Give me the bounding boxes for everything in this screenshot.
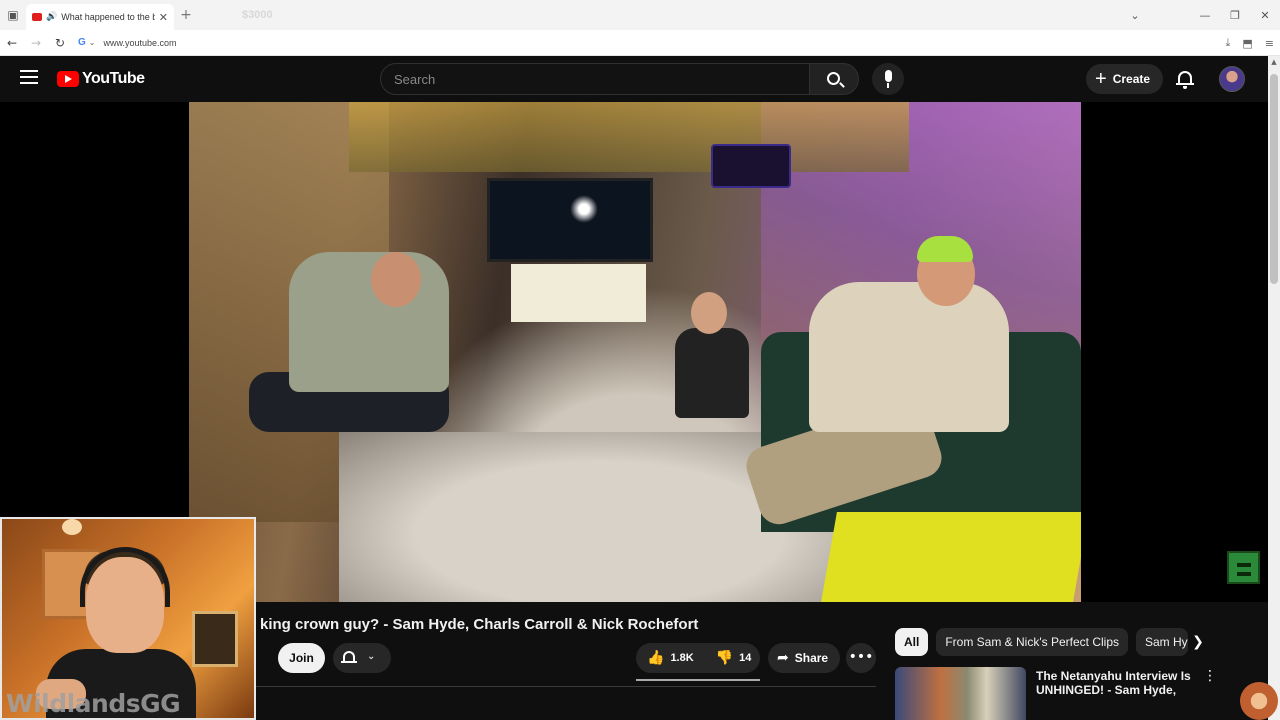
screen: ▣ 🔊 What happened to the bur ✕ + $3000 ⌄… [0, 0, 1280, 720]
chip-all[interactable]: All [895, 628, 929, 656]
more-actions-button[interactable]: ••• [846, 643, 876, 673]
close-tab-icon[interactable]: ✕ [159, 11, 168, 24]
address-bar: ← → ↻ G ⌄ www.youtube.com ⤓ ⬒ ≡ [0, 30, 1280, 56]
mic-icon [885, 70, 892, 82]
search-icon [827, 72, 840, 85]
chevron-down-icon: ⌄ [367, 651, 376, 662]
download-icon[interactable]: ⤓ [1226, 36, 1231, 50]
dislike-button[interactable]: 👎 14 [705, 643, 763, 673]
thumbs-down-icon: 👎 [715, 650, 734, 666]
recommended-more-icon[interactable]: ⋮ [1203, 668, 1217, 684]
video-scene-sign [511, 264, 646, 322]
share-icon: ➦ [777, 650, 789, 666]
create-button[interactable]: + Create [1086, 64, 1163, 94]
page-scrollbar[interactable]: ▲ [1268, 56, 1280, 720]
recommended-video[interactable]: The Netanyahu Interview Is UNHINGED! - S… [895, 667, 1205, 720]
chip-from-channel[interactable]: From Sam & Nick's Perfect Clips [936, 628, 1128, 656]
chevron-right-icon[interactable]: ❯ [1184, 628, 1212, 656]
recommended-title[interactable]: The Netanyahu Interview Is UNHINGED! - S… [1036, 669, 1196, 697]
extensions-icon[interactable]: ⬒ [1242, 37, 1252, 50]
back-icon[interactable]: ← [0, 36, 24, 50]
thumbs-up-icon: 👍 [647, 650, 665, 666]
like-count: 1.8K [670, 652, 694, 664]
streamer-watermark: WildlandsGG [6, 689, 181, 718]
video-scene-neon-sign [711, 144, 791, 188]
browser-tab-active[interactable]: 🔊 What happened to the bur ✕ [26, 4, 174, 30]
browser-tab-bar: ▣ 🔊 What happened to the bur ✕ + $3000 ⌄… [0, 0, 1280, 30]
reload-icon[interactable]: ↻ [48, 36, 72, 50]
notifications-bell-icon[interactable] [1176, 69, 1194, 89]
join-button[interactable]: Join [278, 643, 325, 673]
minimize-icon[interactable]: — [1190, 9, 1220, 22]
voice-search-button[interactable] [872, 63, 904, 95]
scroll-up-icon[interactable]: ▲ [1268, 58, 1280, 66]
speaker-icon[interactable]: 🔊 [46, 12, 57, 22]
menu-icon[interactable]: ≡ [1265, 37, 1274, 50]
window-controls: ⌄ — ❐ ✕ [1120, 0, 1280, 30]
dislike-count: 14 [739, 652, 752, 664]
webcam-overlay: WildlandsGG [0, 517, 256, 720]
new-tab-button[interactable]: + [174, 7, 198, 23]
like-ratio-bar [636, 679, 760, 681]
tab-search-chevron-icon[interactable]: ⌄ [1120, 9, 1150, 22]
like-dislike-group: 👍 1.8K 👎 14 [636, 643, 760, 673]
youtube-wordmark: YouTube [82, 70, 145, 87]
divider [255, 686, 876, 687]
like-button[interactable]: 👍 1.8K [636, 643, 705, 673]
close-window-icon[interactable]: ✕ [1250, 9, 1280, 22]
chip-sam-hyde[interactable]: Sam Hyd [1136, 628, 1188, 656]
google-icon[interactable]: G [78, 37, 86, 48]
tab-title: What happened to the bur [61, 12, 155, 22]
create-label: Create [1112, 72, 1151, 86]
video-scene-tv [487, 178, 653, 262]
restore-icon[interactable]: ❐ [1220, 9, 1250, 22]
youtube-header: YouTube Search + Create [0, 56, 1268, 102]
scrollbar-thumb[interactable] [1270, 74, 1278, 284]
subscription-notifications-button[interactable]: ⌄ [333, 643, 391, 673]
browser-toolbar-right: ⤓ ⬒ ≡ [1226, 30, 1275, 56]
youtube-play-icon [57, 71, 79, 87]
floating-avatar [1240, 682, 1278, 720]
youtube-logo[interactable]: YouTube [57, 70, 145, 88]
share-button[interactable]: ➦ Share [768, 643, 840, 673]
share-label: Share [794, 651, 829, 665]
recommendation-chips: All From Sam & Nick's Perfect Clips Sam … [895, 628, 1188, 656]
ghost-tab-text: $3000 [242, 9, 273, 21]
video-title: r king crown guy? - Sam Hyde, Charls Car… [250, 616, 699, 633]
video-player[interactable] [189, 102, 1081, 602]
site-info-chevron-icon[interactable]: ⌄ [89, 38, 96, 47]
forward-icon[interactable]: → [24, 36, 48, 50]
search-input[interactable]: Search [380, 63, 810, 95]
hamburger-menu-icon[interactable] [20, 70, 38, 84]
account-avatar[interactable] [1219, 66, 1245, 92]
search-button[interactable] [809, 63, 859, 95]
pixel-face-icon [1227, 551, 1260, 584]
url-field[interactable]: www.youtube.com [103, 38, 176, 48]
plus-icon: + [1095, 68, 1107, 90]
tab-actions-icon[interactable]: ▣ [0, 0, 26, 30]
recommended-thumbnail[interactable] [895, 667, 1026, 720]
youtube-favicon-icon [32, 13, 42, 21]
